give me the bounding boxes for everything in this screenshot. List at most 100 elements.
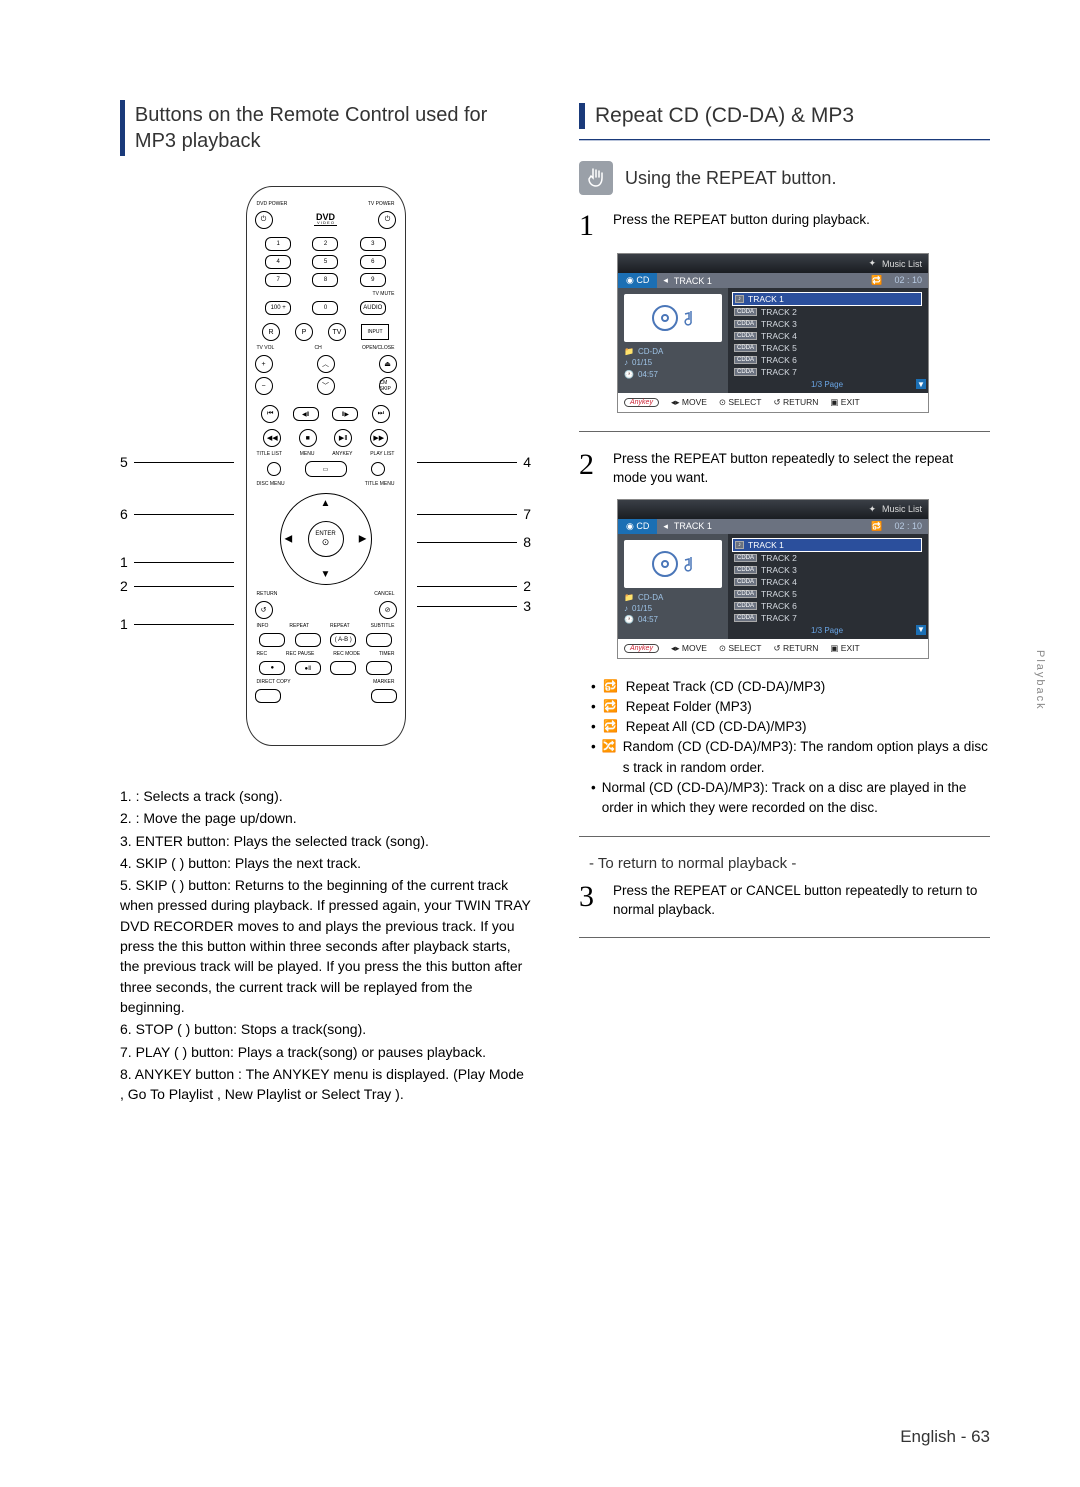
num-4[interactable]: 4: [265, 255, 291, 269]
step-fwd[interactable]: Ⅱ▶: [332, 407, 358, 421]
sub-heading: - To return to normal playback -: [589, 855, 990, 872]
vol-down[interactable]: −: [255, 377, 273, 395]
timer-button[interactable]: [366, 661, 392, 675]
r-button[interactable]: R: [262, 323, 280, 341]
subtitle-button[interactable]: [366, 633, 392, 647]
osd2-track-5: TRACK 5: [761, 589, 797, 599]
vol-up[interactable]: +: [255, 355, 273, 373]
osd-foot-exit: EXIT: [841, 397, 860, 407]
repeat-item-5: Normal (CD (CD-DA)/MP3): Track on a disc…: [602, 778, 990, 819]
num-8[interactable]: 8: [312, 273, 338, 287]
direct-copy-button[interactable]: [255, 689, 281, 703]
label-rec: REC: [257, 651, 268, 657]
osd-screenshot-2: ✦Music List ◉ CD ◂ TRACK 1 🔂 02 : 10 📁CD…: [617, 499, 929, 659]
osd2-info-track: 01/15: [632, 603, 652, 614]
disc-icon: [624, 294, 722, 342]
enter-button[interactable]: ENTER ⊙: [308, 521, 344, 557]
label-timer: TIMER: [379, 651, 395, 657]
repeat-folder-icon: 🔁: [602, 697, 620, 717]
disc-icon-2: [624, 540, 722, 588]
step-3-num: 3: [579, 882, 601, 918]
return-button[interactable]: ↺: [255, 601, 273, 619]
step-2-text: Press the REPEAT button repeatedly to se…: [613, 450, 990, 486]
cancel-button[interactable]: ⊘: [379, 601, 397, 619]
callout-7: 7: [523, 506, 531, 522]
num-2[interactable]: 2: [312, 237, 338, 251]
ff-button[interactable]: ▶▶: [370, 429, 388, 447]
label-info: INFO: [257, 623, 269, 629]
rew-button[interactable]: ◀◀: [263, 429, 281, 447]
scroll-down-icon: ▼: [916, 379, 926, 389]
dpad-right-icon: ▶: [359, 534, 367, 545]
ch-up[interactable]: ︿: [317, 355, 335, 373]
osd2-info-type: CD-DA: [638, 592, 663, 603]
num-0[interactable]: 0: [312, 301, 338, 315]
osd-track-5: TRACK 5: [761, 343, 797, 353]
label-tv-mute: TV MUTE: [373, 291, 395, 297]
label-cancel: CANCEL: [374, 591, 394, 597]
repeat-button[interactable]: [295, 633, 321, 647]
label-tv-power: TV POWER: [368, 201, 395, 207]
input-button[interactable]: INPUT: [361, 324, 389, 340]
dpad-left-icon: ◀: [285, 534, 293, 545]
stop-button[interactable]: ■: [299, 429, 317, 447]
right-heading: Repeat CD (CD-DA) & MP3: [579, 100, 990, 131]
step-2: 2 Press the REPEAT button repeatedly to …: [579, 450, 990, 486]
osd2-track-header: TRACK 1: [674, 521, 712, 531]
osd-title: Music List: [882, 259, 922, 269]
step-1-text: Press the REPEAT button during playback.: [613, 211, 990, 241]
repeat-ab-button[interactable]: ( A-B ): [330, 633, 356, 647]
title-list-button[interactable]: [267, 462, 281, 476]
repeat-item-1: Repeat Track (CD (CD-DA)/MP3): [626, 677, 826, 697]
play-pause-button[interactable]: ▶Ⅱ: [334, 429, 352, 447]
step-back[interactable]: ◀Ⅱ: [293, 407, 319, 421]
num-3[interactable]: 3: [360, 237, 386, 251]
osd2-track-4: TRACK 4: [761, 577, 797, 587]
osd-track-3: TRACK 3: [761, 319, 797, 329]
legend-5: 5. SKIP ( ) button: Returns to the begin…: [120, 875, 531, 1017]
right-heading-text: Repeat CD (CD-DA) & MP3: [595, 100, 854, 131]
osd2-track-6: TRACK 6: [761, 601, 797, 611]
callout-2b: 2: [523, 578, 531, 594]
repeat-item-2: Repeat Folder (MP3): [626, 697, 752, 717]
osd-track-7: TRACK 7: [761, 367, 797, 377]
cm-skip[interactable]: CM SKIP: [379, 377, 397, 395]
num-9[interactable]: 9: [360, 273, 386, 287]
open-close[interactable]: ⏏: [379, 355, 397, 373]
repeat-track-icon: 🔂: [602, 677, 620, 697]
label-play-list: PLAY LIST: [370, 451, 394, 457]
skip-next-button[interactable]: ⏭: [372, 405, 390, 423]
anykey-button[interactable]: [371, 462, 385, 476]
dpad-down-icon: ▼: [321, 569, 331, 580]
label-disc-menu: DISC MENU: [257, 481, 285, 487]
num-6[interactable]: 6: [360, 255, 386, 269]
num-100[interactable]: 100 +: [265, 301, 291, 315]
num-7[interactable]: 7: [265, 273, 291, 287]
marker-button[interactable]: [371, 689, 397, 703]
legend-2: 2. : Move the page up/down.: [120, 808, 531, 828]
info-button[interactable]: [259, 633, 285, 647]
label-direct-copy: DIRECT COPY: [257, 679, 291, 685]
dpad[interactable]: ▲ ▼ ◀ ▶ ENTER ⊙: [280, 493, 372, 585]
divider-2: [579, 836, 990, 837]
rec-pause-button[interactable]: ●Ⅱ: [295, 661, 321, 675]
tv-button[interactable]: TV: [328, 323, 346, 341]
skip-prev-button[interactable]: ⏮: [261, 405, 279, 423]
label-title-menu: TITLE MENU: [365, 481, 395, 487]
p-button[interactable]: P: [295, 323, 313, 341]
dvd-power-button[interactable]: ⏻: [255, 211, 273, 229]
menu-button[interactable]: ▭: [305, 461, 347, 477]
osd2-time: 02 : 10: [888, 519, 928, 534]
rec-button[interactable]: ●: [259, 661, 285, 675]
osd2-track-2: TRACK 2: [761, 553, 797, 563]
dpad-up-icon: ▲: [321, 498, 331, 509]
step-1-num: 1: [579, 211, 601, 241]
num-5[interactable]: 5: [312, 255, 338, 269]
num-1[interactable]: 1: [265, 237, 291, 251]
side-tab: Playback: [1034, 650, 1046, 711]
audio-button[interactable]: AUDIO: [360, 301, 386, 315]
repeat-mode-list: •🔂Repeat Track (CD (CD-DA)/MP3) •🔁Repeat…: [591, 677, 990, 819]
rec-mode-button[interactable]: [330, 661, 356, 675]
tv-power-button[interactable]: ⏻: [378, 211, 396, 229]
ch-down[interactable]: ﹀: [317, 377, 335, 395]
